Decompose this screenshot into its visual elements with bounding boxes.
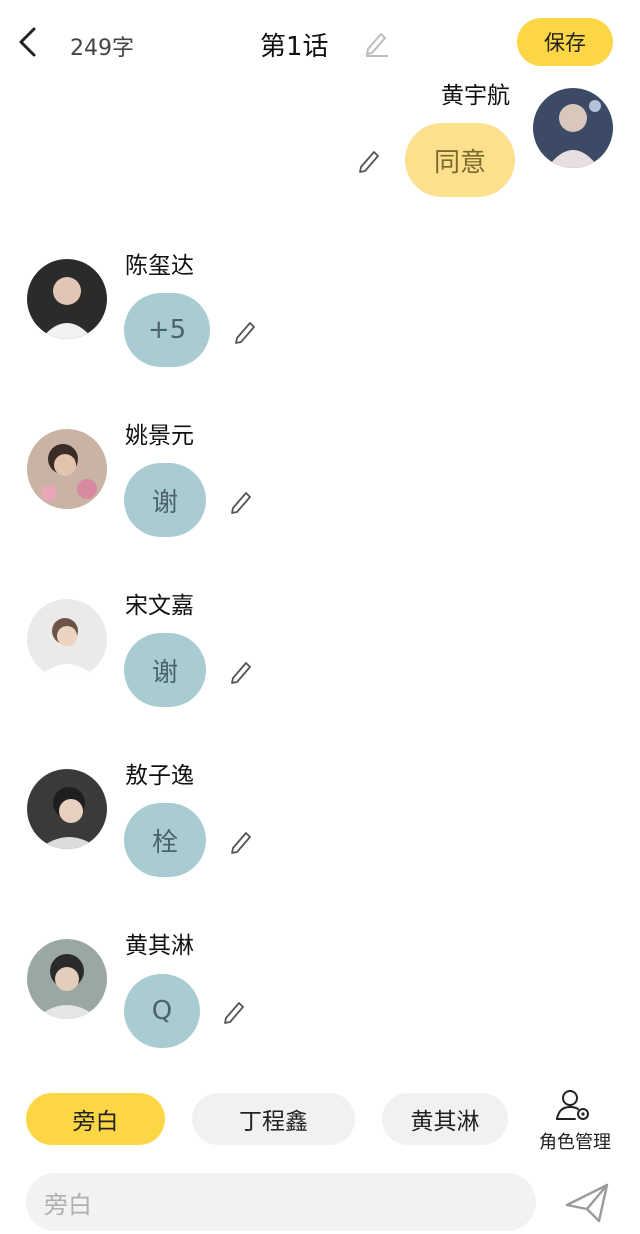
chapter-title: 第1话 <box>260 32 329 62</box>
sender-name: 宋文嘉 <box>125 593 194 619</box>
sender-name: 黄宇航 <box>441 83 510 109</box>
pencil-icon <box>235 322 255 344</box>
avatar-photo <box>27 599 107 679</box>
pencil-icon <box>224 1002 244 1024</box>
message-bubble[interactable]: 同意 <box>405 123 515 197</box>
sender-name: 敖子逸 <box>125 763 194 789</box>
role-chip[interactable]: 丁程鑫 <box>192 1093 355 1145</box>
chevron-left-icon <box>19 27 36 57</box>
pencil-icon <box>231 492 251 514</box>
top-bar: 249字 第1话 保存 <box>0 0 640 86</box>
avatar[interactable] <box>27 259 107 339</box>
avatar-photo <box>27 769 107 849</box>
avatar[interactable] <box>27 429 107 509</box>
avatar[interactable] <box>27 769 107 849</box>
pencil-icon <box>231 832 251 854</box>
edit-message-button[interactable] <box>233 318 259 344</box>
role-chip[interactable]: 黄其淋 <box>382 1093 508 1145</box>
sender-name: 姚景元 <box>125 423 194 449</box>
edit-title-button[interactable] <box>363 28 391 58</box>
message-bubble[interactable]: Q <box>124 974 200 1048</box>
role-chip-narrator[interactable]: 旁白 <box>26 1093 165 1145</box>
sender-name: 陈玺达 <box>125 253 194 279</box>
user-settings-icon <box>556 1090 589 1120</box>
role-manage-label: 角色管理 <box>539 1132 611 1153</box>
send-icon <box>565 1183 609 1223</box>
edit-message-button[interactable] <box>229 658 255 684</box>
message-bubble[interactable]: 栓 <box>124 803 206 877</box>
avatar-photo <box>27 429 107 509</box>
role-manage-button[interactable]: 角色管理 <box>533 1086 617 1156</box>
sender-name: 黄其淋 <box>125 933 194 959</box>
edit-message-button[interactable] <box>229 488 255 514</box>
pencil-icon <box>359 151 379 173</box>
avatar[interactable] <box>533 88 613 168</box>
word-count: 249字 <box>70 36 134 61</box>
message-bubble[interactable]: +5 <box>124 293 210 367</box>
message-bubble[interactable]: 谢 <box>124 633 206 707</box>
edit-message-button[interactable] <box>222 998 248 1024</box>
pencil-icon <box>231 662 251 684</box>
edit-message-button[interactable] <box>357 147 383 173</box>
message-input[interactable]: 旁白 <box>26 1173 536 1231</box>
avatar-photo <box>27 259 107 339</box>
send-button[interactable] <box>563 1181 613 1225</box>
back-button[interactable] <box>14 24 42 60</box>
avatar[interactable] <box>27 939 107 1019</box>
avatar-photo <box>533 88 613 168</box>
pencil-icon <box>366 33 388 57</box>
edit-message-button[interactable] <box>229 828 255 854</box>
message-bubble[interactable]: 谢 <box>124 463 206 537</box>
save-button[interactable]: 保存 <box>517 18 613 66</box>
avatar[interactable] <box>27 599 107 679</box>
avatar-photo <box>27 939 107 1019</box>
